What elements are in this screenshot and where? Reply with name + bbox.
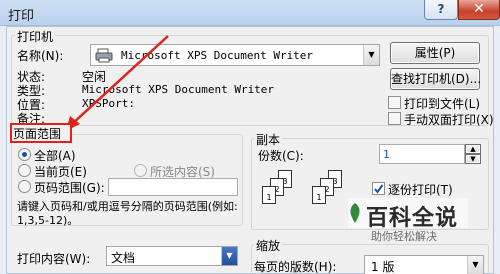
zoom-group-label: 缩放 (254, 237, 283, 254)
page-range-all-label: 全部(A) (34, 149, 76, 163)
watermark-logo-icon (350, 203, 360, 223)
print-what-value: 文档 (111, 251, 136, 265)
pages-per-sheet-value: 1 版 (371, 260, 395, 274)
current-page-radio[interactable] (18, 164, 31, 177)
collate-checkbox[interactable] (372, 182, 385, 195)
selection-radio[interactable] (134, 164, 147, 177)
collate-label: 逐份打印(T) (388, 183, 453, 197)
watermark-subtitle: 助你轻松解决 (371, 230, 437, 243)
copies-group-label: 副本 (254, 131, 283, 148)
checkmark-icon (374, 184, 384, 194)
collate-illustration-1: 3 2 1 (262, 170, 302, 214)
pages-per-sheet-select[interactable]: 1 版 ▼ (364, 255, 484, 274)
copies-count-label: 份数(C): (258, 149, 304, 163)
print-what-label: 打印内容(W): (17, 252, 91, 266)
page-range-group-label: 页面范围 (13, 127, 62, 141)
copies-count-value: 1 (383, 148, 390, 161)
copies-down-icon[interactable]: ▼ (465, 154, 481, 164)
current-page-label: 当前页(E) (34, 165, 87, 179)
page-range-all-radio[interactable] (18, 148, 31, 161)
chevron-down-icon[interactable]: ▼ (467, 256, 483, 274)
pages-range-radio[interactable] (18, 180, 31, 193)
pages-per-sheet-label: 每页的版数(H): (254, 260, 337, 274)
chevron-down-icon[interactable]: ▼ (221, 247, 237, 265)
page-range-hint: 请键入页码和/或用逗号分隔的页码范围(例如: 1,3,5-12)。 (17, 200, 238, 227)
pages-range-input[interactable] (108, 178, 238, 196)
copies-up-icon[interactable]: ▲ (465, 144, 481, 154)
print-what-select[interactable]: 文档 ▼ (106, 246, 238, 266)
copies-count-input[interactable]: 1 (379, 144, 465, 164)
pages-range-label: 页码范围(G): (34, 181, 105, 195)
